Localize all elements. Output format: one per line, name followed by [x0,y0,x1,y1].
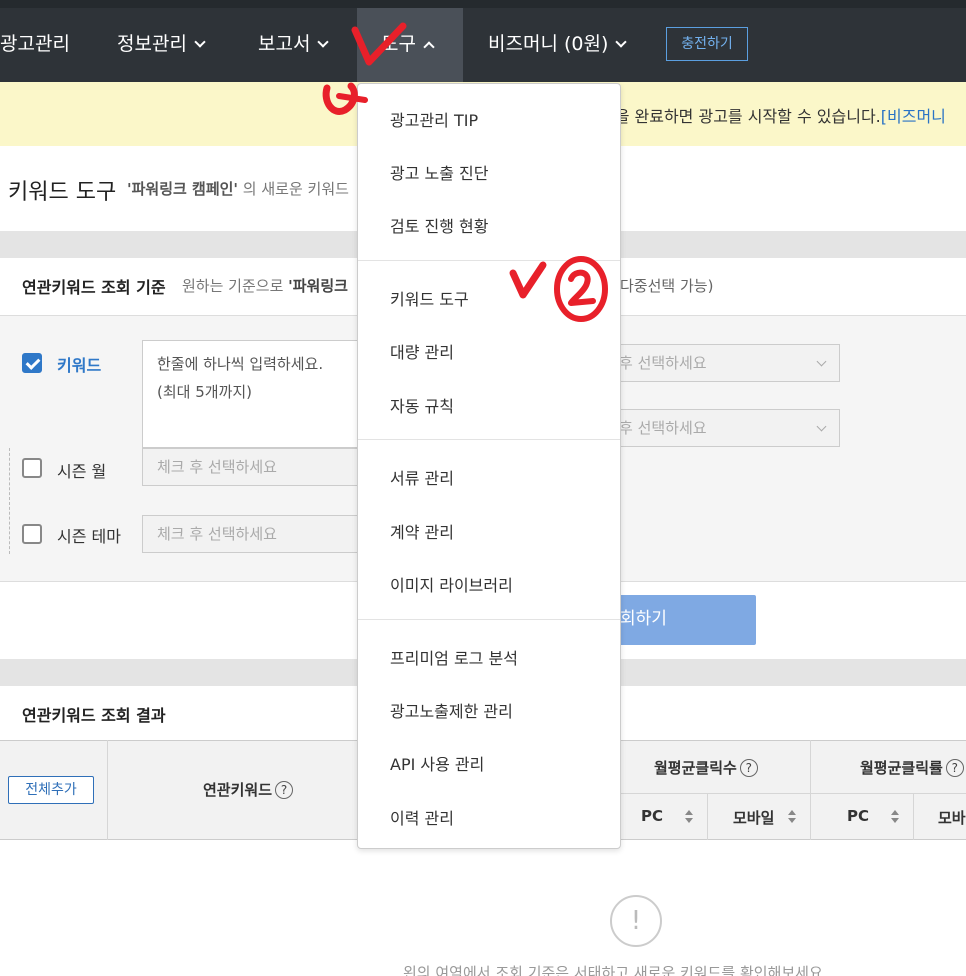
nav-ad-management[interactable]: 광고관리 [0,8,70,82]
criteria-title: 연관키워드 조회 기준 [22,278,166,297]
col-divider [707,793,708,840]
nav-info-management[interactable]: 정보관리 [117,8,206,82]
menu-item-history[interactable]: 이력 관리 [390,805,454,829]
help-icon[interactable]: ? [739,759,758,777]
menu-item-bulk-management[interactable]: 대량 관리 [390,339,454,363]
menu-item-ad-tip[interactable]: 광고관리 TIP [390,107,478,131]
tools-dropdown-menu: 광고관리 TIP 광고 노출 진단 검토 진행 현황 키워드 도구 대량 관리 … [357,83,621,849]
season-theme-label: 시즌 테마 [57,527,121,546]
chevron-down-icon [816,356,827,367]
season-month-select[interactable]: 체크 후 선택하세요 [142,448,372,486]
title-desc-text: 의 새로운 키워드 [238,180,349,198]
charge-button[interactable]: 충전하기 [666,27,748,61]
nav-label: 광고관리 [0,33,70,55]
menu-item-keyword-tool[interactable]: 키워드 도구 [390,286,469,310]
chevron-down-icon [194,36,206,48]
divider-dotted [9,448,10,554]
season-month-checkbox[interactable] [22,458,42,478]
chevron-down-icon [816,421,827,432]
menu-item-auto-rules[interactable]: 자동 규칙 [390,393,454,417]
page-title-description: '파워링크 캠페인' 의 새로운 키워드 [127,178,349,199]
results-title: 연관키워드 조회 결과 [22,706,166,725]
select-placeholder: 후 선택하세요 [619,354,707,372]
empty-message: 왼의 여역에서 조회 기준은 서태하고 새로운 키워드를 확인해보세요 [403,964,823,976]
col-divider [810,740,811,840]
season-theme-placeholder: 체크 후 선택하세요 [157,525,277,543]
nav-label: 비즈머니 (0원) [488,33,609,55]
col-label: 월평균클릭수 [654,759,737,777]
top-strip [0,0,966,8]
season-month-label: 시즌 월 [57,462,107,481]
criteria-desc-bold: '파워링크 [288,277,348,295]
keyword-placeholder: 한줄에 하나씩 입력하세요. (최대 5개까지) [157,355,324,401]
col-ctr-pc[interactable]: PC [847,807,869,825]
col-label: 월평균클릭률 [860,759,943,777]
menu-item-contracts[interactable]: 계약 관리 [390,519,454,543]
col-related-keyword[interactable]: 연관키워드? [203,779,294,800]
search-button-label: 회하기 [620,609,667,629]
menu-item-image-library[interactable]: 이미지 라이브러리 [390,572,513,596]
menu-item-exposure-diagnosis[interactable]: 광고 노출 진단 [390,160,489,184]
bizmoney-link[interactable]: [비즈머니 [881,107,946,126]
col-monthly-clicks: 월평균클릭수? [654,757,758,778]
keyword-label: 키워드 [57,356,102,375]
menu-separator [358,619,620,620]
col-clicks-pc[interactable]: PC [641,807,663,825]
col-monthly-ctr: 월평균클릭률? [860,757,964,778]
criteria-select-1[interactable]: 후 선택하세요 [590,344,840,382]
col-divider [913,793,914,840]
select-placeholder: 후 선택하세요 [619,419,707,437]
row-divider [600,793,966,794]
season-theme-checkbox[interactable] [22,524,42,544]
menu-separator [358,260,620,261]
menu-item-api-usage[interactable]: API 사용 관리 [390,751,484,775]
help-icon[interactable]: ? [275,781,294,799]
criteria-multi-select-note: 다중선택 가능) [620,277,714,295]
criteria-select-2[interactable]: 후 선택하세요 [590,409,840,447]
nav-label: 도구 [381,33,416,55]
sort-icon[interactable] [684,810,694,824]
nav-tools[interactable]: 도구 [357,8,463,82]
season-month-placeholder: 체크 후 선택하세요 [157,458,277,476]
criteria-desc-text: 원하는 기준으로 [182,277,289,295]
chevron-up-icon [423,41,435,53]
nav-bizmoney[interactable]: 비즈머니 (0원) [488,8,628,82]
notice-text: 전을 완료하면 광고를 시작할 수 있습니다.[비즈머니 [600,103,946,127]
menu-item-exposure-restriction[interactable]: 광고노출제한 관리 [390,698,513,722]
page-title: 키워드 도구 [8,180,117,205]
menu-item-premium-log[interactable]: 프리미엄 로그 분석 [390,645,518,669]
sort-icon[interactable] [890,810,900,824]
chevron-down-icon [615,36,628,48]
page: 광고관리 정보관리 보고서 도구 비즈머니 (0원) 충전하기 전을 완료하면 … [0,0,966,976]
nav-label: 보고서 [258,33,311,55]
nav-reports[interactable]: 보고서 [258,8,330,82]
season-theme-select[interactable]: 체크 후 선택하세요 [142,515,372,553]
col-ctr-mobile[interactable]: 모바 [938,807,966,828]
keyword-input[interactable]: 한줄에 하나씩 입력하세요. (최대 5개까지) [142,340,372,448]
add-all-button[interactable]: 전체추가 [8,776,94,804]
menu-item-review-status[interactable]: 검토 진행 현황 [390,213,489,237]
chevron-down-icon [317,36,330,48]
col-divider [107,740,108,840]
menu-separator [358,439,620,440]
menu-item-documents[interactable]: 서류 관리 [390,465,454,489]
exclamation-icon: ! [610,895,662,947]
help-icon[interactable]: ? [945,759,964,777]
top-nav: 광고관리 정보관리 보고서 도구 비즈머니 (0원) 충전하기 [0,0,966,82]
keyword-checkbox[interactable] [22,353,42,373]
col-label: 연관키워드 [203,781,273,799]
sort-icon[interactable] [787,810,797,824]
criteria-description: 원하는 기준으로 '파워링크 [182,275,348,296]
campaign-name: '파워링크 캠페인' [127,180,239,198]
col-clicks-mobile[interactable]: 모바일 [733,807,774,828]
notice-message: 전을 완료하면 광고를 시작할 수 있습니다. [600,107,881,126]
nav-label: 정보관리 [117,33,187,55]
